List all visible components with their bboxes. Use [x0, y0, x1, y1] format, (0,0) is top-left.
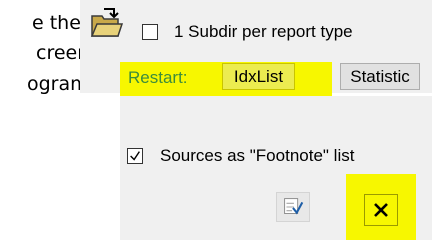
open-folder-icon[interactable]	[88, 6, 124, 42]
footnote-checkbox-label: Sources as "Footnote" list	[160, 146, 355, 165]
statistic-button[interactable]: Statistic	[340, 63, 420, 90]
close-x-icon	[374, 203, 388, 217]
subdir-checkbox[interactable]	[142, 24, 158, 40]
sources-panel: Sources as "Footnote" list	[120, 96, 432, 240]
idxlist-button[interactable]: IdxList	[222, 63, 295, 90]
subdir-checkbox-label: 1 Subdir per report type	[174, 22, 353, 41]
restart-label: Restart:	[128, 68, 188, 87]
close-button[interactable]	[364, 194, 398, 226]
footnote-checkbox[interactable]	[127, 148, 143, 164]
report-settings-panel: 1 Subdir per report type Restart: IdxLis…	[80, 0, 432, 98]
checkmark-icon	[130, 151, 140, 161]
check-apply-icon	[284, 198, 304, 215]
apply-button[interactable]	[276, 192, 310, 222]
